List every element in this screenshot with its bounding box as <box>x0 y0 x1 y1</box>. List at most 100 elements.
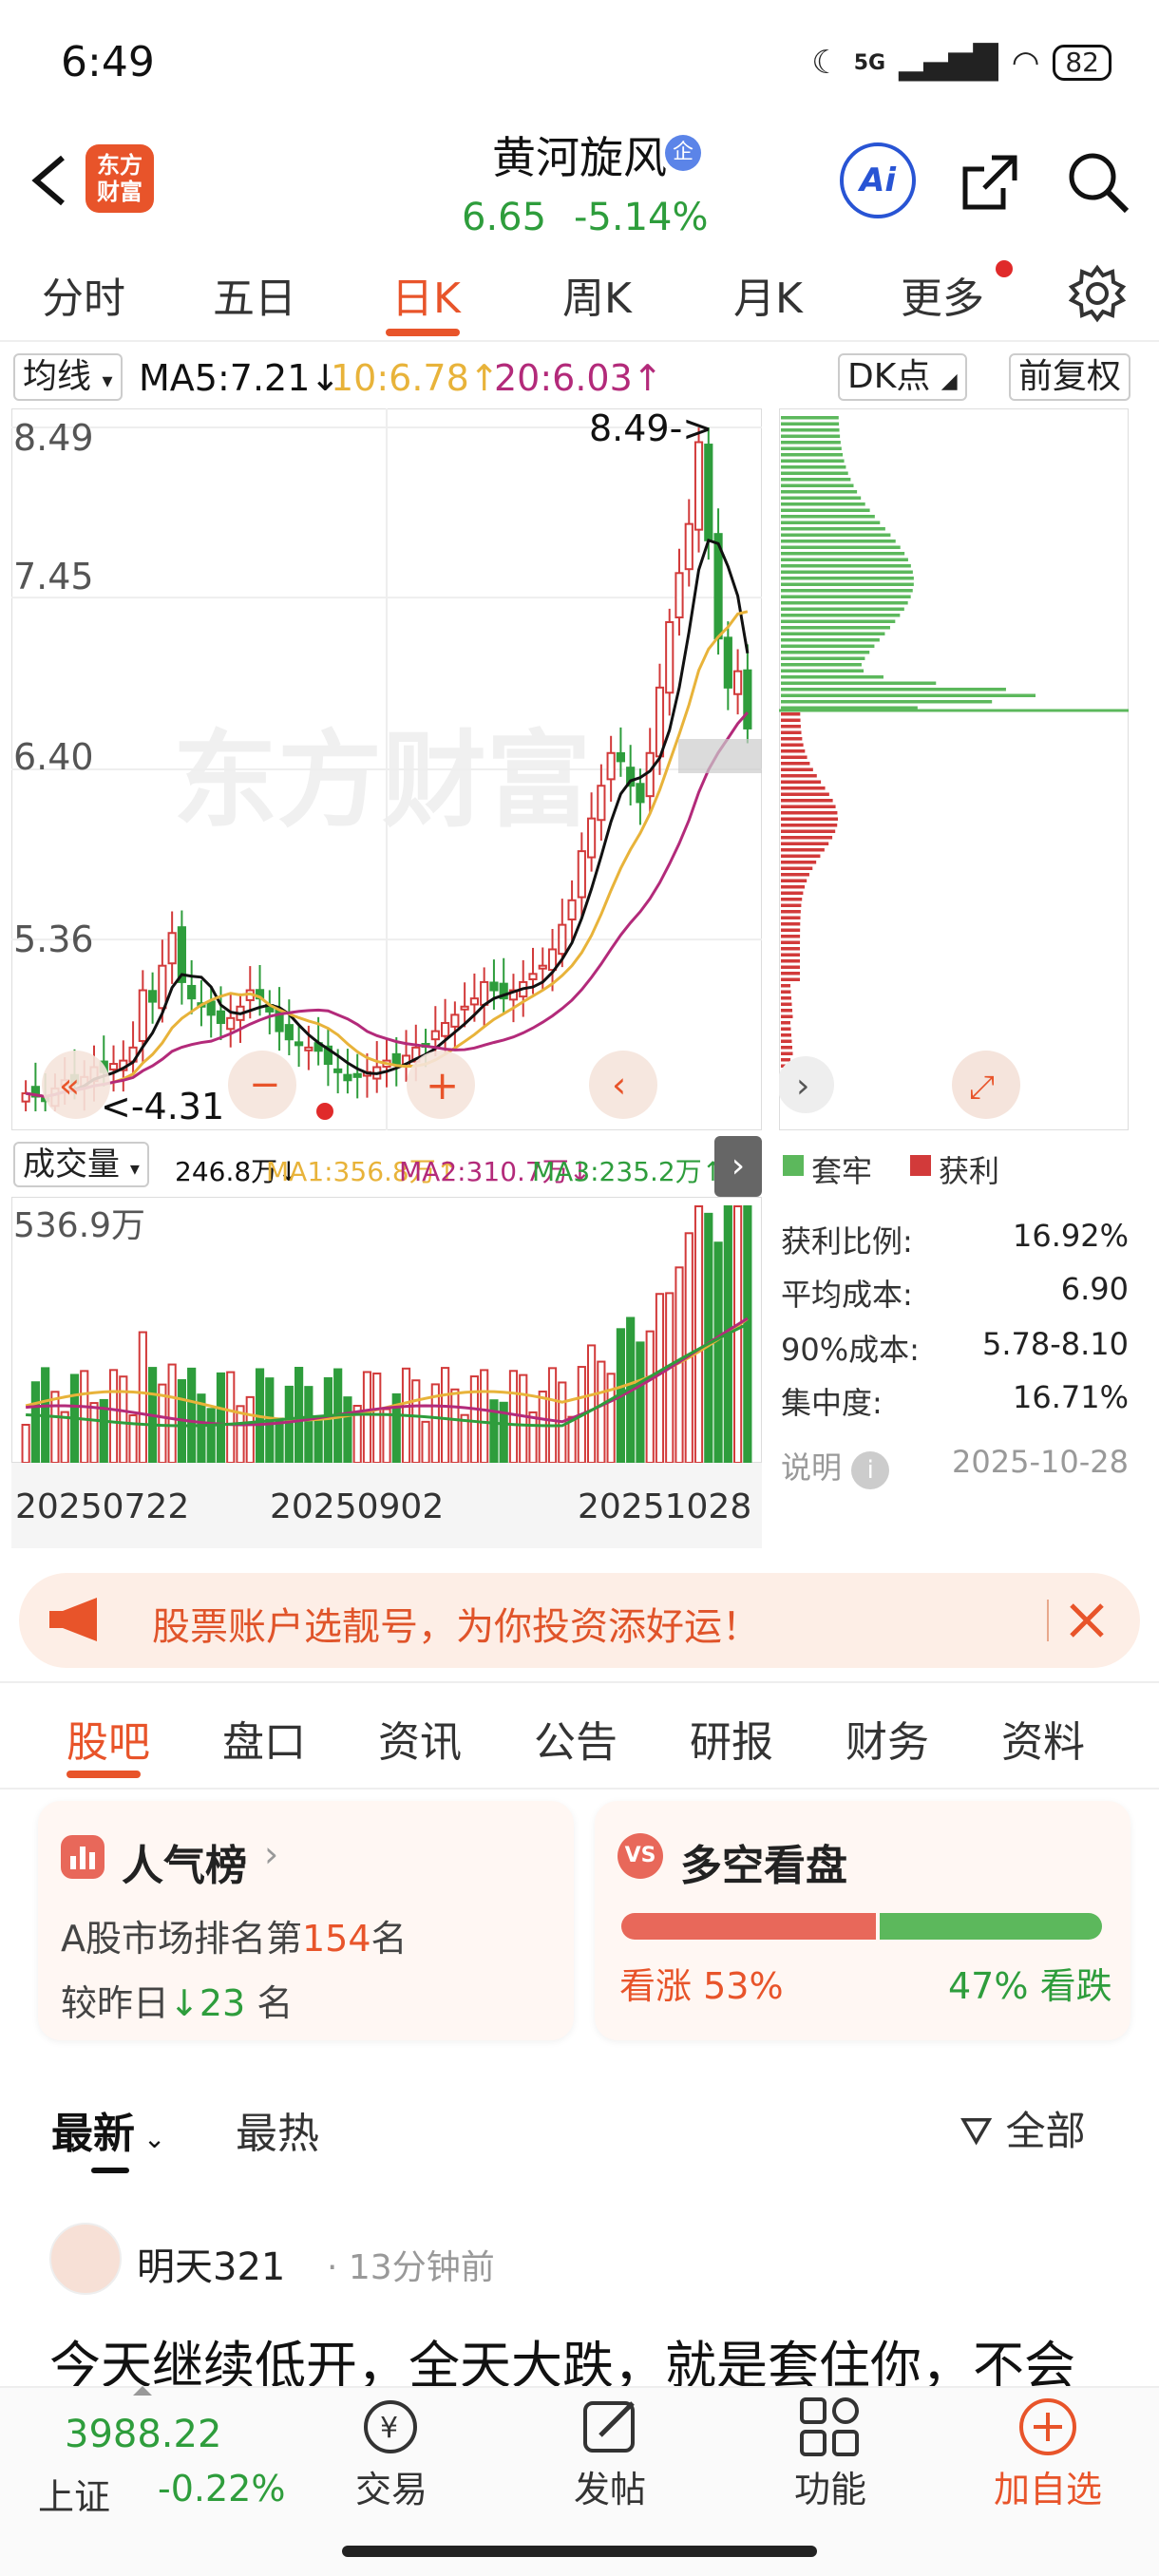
tab-weekly-k[interactable]: 周K <box>562 264 632 325</box>
volume-bar <box>469 1375 479 1464</box>
fast-back-button[interactable]: « <box>42 1051 110 1119</box>
volume-bar <box>528 1411 538 1464</box>
network-label: 5G <box>853 50 886 75</box>
close-banner-button[interactable] <box>1062 1596 1112 1645</box>
feed-tab-latest[interactable]: 最新 ⌄ <box>51 2099 165 2160</box>
volume-bar <box>382 1408 391 1465</box>
bear-pct: 47% <box>948 1965 1029 2007</box>
chip-bar <box>781 582 914 586</box>
kline-chart[interactable]: 东方财富 8.49 7.45 6.40 5.36 8.49-> <-4.31 «… <box>11 408 762 1130</box>
volume-bar <box>21 1424 30 1464</box>
expand-button[interactable]: ⤢ <box>952 1051 1020 1119</box>
back-button[interactable] <box>23 142 80 218</box>
settings-button[interactable] <box>1068 264 1127 323</box>
nav-post[interactable]: 发帖 <box>574 2460 646 2512</box>
chip-bar <box>781 848 825 852</box>
rank-suffix: 名 <box>370 1918 408 1960</box>
high-annotation: 8.49-> <box>589 408 712 449</box>
expand-side-button[interactable]: › <box>714 1136 762 1197</box>
ai-button[interactable]: Ai <box>840 142 916 218</box>
tab-daily-k[interactable]: 日K <box>391 264 461 325</box>
ma20-readout: 20:6.03↑ <box>494 357 663 399</box>
tab-guba[interactable]: 股吧 <box>66 1708 150 1769</box>
filter-button[interactable]: ⛛ 全部 <box>960 2099 1086 2157</box>
candle-body <box>489 981 499 992</box>
zoom-out-button[interactable]: − <box>228 1051 296 1119</box>
tab-news[interactable]: 资讯 <box>378 1708 462 1769</box>
chip-bar <box>781 811 838 815</box>
moon-icon: ☾ <box>811 44 841 82</box>
chip-bar <box>781 780 822 784</box>
adjust-select[interactable]: 前复权 <box>1009 353 1131 401</box>
vs-icon: VS <box>618 1833 663 1879</box>
candle-body <box>333 1068 343 1073</box>
chip-bar <box>781 829 836 833</box>
zoom-in-button[interactable]: + <box>407 1051 475 1119</box>
chip-bar <box>781 947 801 951</box>
info-icon: i <box>851 1451 890 1489</box>
candle-body <box>743 669 752 729</box>
chip-bar <box>781 1009 792 1013</box>
candle-body <box>587 817 597 859</box>
candle-body <box>284 1024 294 1041</box>
feed-tab-hot[interactable]: 最热 <box>236 2099 319 2160</box>
chip-bar <box>781 854 821 858</box>
nav-functions[interactable]: 功能 <box>794 2460 866 2512</box>
note-link[interactable]: 说明 i <box>781 1444 890 1489</box>
avatar[interactable] <box>49 2223 122 2295</box>
volume-bar <box>684 1232 694 1465</box>
volume-bar <box>216 1372 226 1464</box>
share-button[interactable] <box>954 146 1026 218</box>
volume-bar <box>284 1385 294 1465</box>
legend-profit: 获利 <box>939 1153 1000 1189</box>
low-annotation: <-4.31 <box>101 1086 224 1127</box>
tab-intraday[interactable]: 分时 <box>42 264 125 325</box>
tab-announcements[interactable]: 公告 <box>534 1708 618 1769</box>
post-author[interactable]: 明天321 <box>137 2236 285 2291</box>
nav-add-watchlist[interactable]: 加自选 <box>994 2460 1102 2512</box>
volume-bar <box>655 1293 665 1464</box>
tab-five-day[interactable]: 五日 <box>213 264 296 325</box>
index-value[interactable]: 3988.22 <box>65 2413 221 2456</box>
volume-bar <box>713 1241 723 1464</box>
delta-prefix: 较昨日 <box>61 1982 170 2024</box>
tab-finance[interactable]: 财务 <box>846 1708 929 1769</box>
volume-indicator-select[interactable]: 成交量 ▾ <box>13 1142 149 1187</box>
chip-bar <box>781 416 839 420</box>
tab-research[interactable]: 研报 <box>690 1708 773 1769</box>
volume-bar <box>694 1205 704 1464</box>
volume-bar <box>323 1376 332 1465</box>
volume-bar <box>567 1415 577 1464</box>
chip-bar <box>781 644 875 648</box>
chip-bar <box>781 570 913 574</box>
next-button[interactable]: › <box>779 1056 834 1113</box>
volume-bar <box>704 1212 713 1465</box>
app-logo: 东方 财富 <box>86 144 154 213</box>
bear-label: 看跌 <box>1039 1965 1112 2007</box>
bar-chart-icon <box>61 1835 104 1879</box>
tab-profile[interactable]: 资料 <box>1001 1708 1085 1769</box>
chip-bar <box>781 786 826 790</box>
tab-pankou[interactable]: 盘口 <box>222 1708 306 1769</box>
chip-bar <box>781 1039 792 1043</box>
prev-button[interactable]: ‹ <box>589 1051 657 1119</box>
search-button[interactable] <box>1062 146 1134 218</box>
chip-bar <box>781 669 864 672</box>
x-axis-label: 20251028 <box>578 1487 751 1526</box>
tab-more[interactable]: 更多 <box>901 264 984 325</box>
double-chevron-left-icon: « <box>59 1067 80 1106</box>
chip-bar <box>781 873 809 877</box>
bear-bar <box>880 1913 1102 1940</box>
volume-chart[interactable]: 536.9万 20250722 20250902 20251028 <box>11 1197 762 1548</box>
candle-body <box>655 686 665 758</box>
dk-point-select[interactable]: DK点 ◢ <box>838 353 967 401</box>
gear-icon <box>1068 264 1127 323</box>
filter-label: 全部 <box>1005 2108 1086 2154</box>
bull-label: 看涨 <box>619 1965 693 2007</box>
tab-monthly-k[interactable]: 月K <box>733 264 803 325</box>
profit-ratio-value: 16.92% <box>1012 1218 1129 1254</box>
indicator-select[interactable]: 均线 ▾ <box>13 353 123 401</box>
delta-value: ↓23 <box>169 1982 246 2024</box>
chevron-left-icon <box>31 155 65 206</box>
nav-trade[interactable]: 交易 <box>355 2460 428 2512</box>
